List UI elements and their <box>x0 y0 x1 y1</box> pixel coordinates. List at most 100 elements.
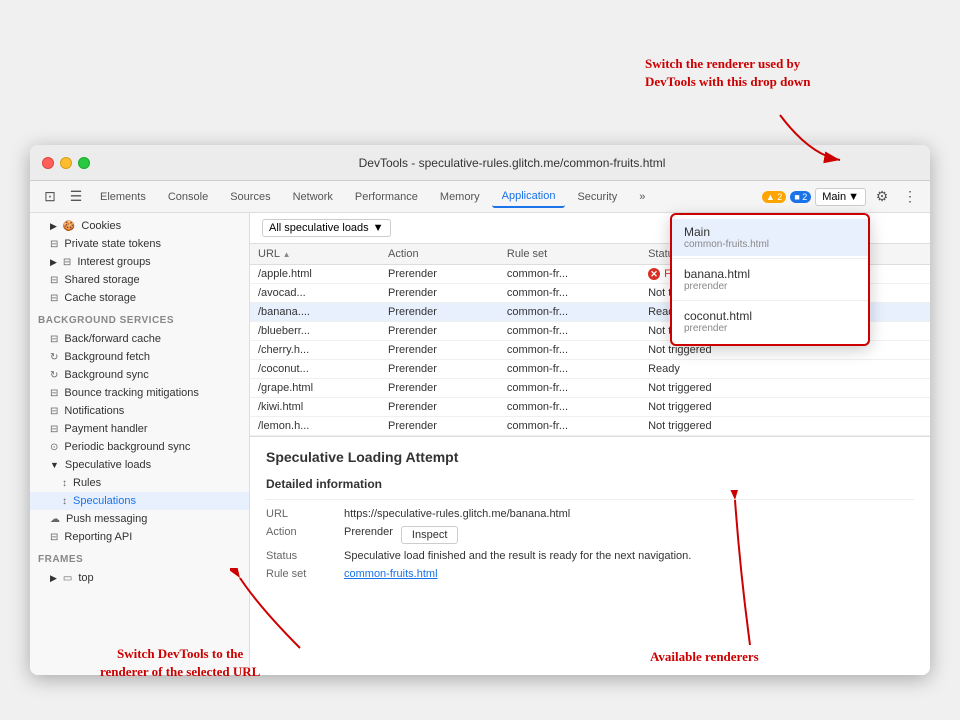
cell-url: /blueberr... <box>250 322 380 341</box>
cell-url: /lemon.h... <box>250 417 380 436</box>
tab-elements[interactable]: Elements <box>90 187 156 207</box>
cell-action: Prerender <box>380 284 499 303</box>
detail-section-title: Detailed information <box>266 477 914 491</box>
info-badge[interactable]: ■ 2 <box>790 191 811 203</box>
sidebar-item-notifications[interactable]: ⊟ Notifications <box>30 402 249 420</box>
renderer-main-sub: common-fruits.html <box>684 239 856 250</box>
sidebar-item-payment-handler[interactable]: ⊟ Payment handler <box>30 420 249 438</box>
renderer-option-banana[interactable]: banana.html prerender <box>672 261 868 298</box>
sidebar-item-interest-groups[interactable]: ▶ ⊟ Interest groups <box>30 253 249 271</box>
tab-security[interactable]: Security <box>567 187 627 207</box>
table-row[interactable]: /grape.htmlPrerendercommon-fr...Not trig… <box>250 379 930 398</box>
frames-header: Frames <box>30 550 249 569</box>
sidebar-label-push: Push messaging <box>66 513 147 525</box>
tab-more[interactable]: » <box>629 187 655 207</box>
col-url[interactable]: URL ▲ <box>250 244 380 265</box>
detail-value-status: Speculative load finished and the result… <box>344 550 691 562</box>
annotation-top-right: Switch the renderer used byDevTools with… <box>645 55 810 91</box>
more-options-icon[interactable]: ⋮ <box>898 185 922 209</box>
mobile-icon[interactable]: ☰ <box>64 185 88 209</box>
renderer-dropdown[interactable]: Main ▼ <box>815 188 866 206</box>
table-row[interactable]: /kiwi.htmlPrerendercommon-fr...Not trigg… <box>250 398 930 417</box>
sidebar-item-shared-storage[interactable]: ⊟ Shared storage <box>30 271 249 289</box>
settings-icon[interactable]: ⚙ <box>870 185 894 209</box>
sidebar-item-backforward[interactable]: ⊟ Back/forward cache <box>30 330 249 348</box>
renderer-option-main[interactable]: Main common-fruits.html <box>672 219 868 256</box>
devtools-toolbar: ⊡ ☰ Elements Console Sources Network Per… <box>30 181 930 213</box>
table-row[interactable]: /lemon.h...Prerendercommon-fr...Not trig… <box>250 417 930 436</box>
sidebar-item-rules[interactable]: ↕ Rules <box>30 474 249 492</box>
browser-window: DevTools - speculative-rules.glitch.me/c… <box>30 145 930 675</box>
sidebar-item-cache-storage[interactable]: ⊟ Cache storage <box>30 289 249 307</box>
cell-status: Not triggered <box>640 379 930 398</box>
sidebar-item-push-messaging[interactable]: ☁ Push messaging <box>30 510 249 528</box>
sidebar-label-periodic-sync: Periodic background sync <box>64 441 190 453</box>
sidebar-item-private-state-tokens[interactable]: ⊟ Private state tokens <box>30 235 249 253</box>
renderer-option-coconut[interactable]: coconut.html prerender <box>672 303 868 340</box>
backforward-icon: ⊟ <box>50 334 58 345</box>
sidebar-item-speculations[interactable]: ↕ Speculations <box>30 492 249 510</box>
sidebar-item-top[interactable]: ▶ ▭ top <box>30 569 249 587</box>
detail-value-ruleset[interactable]: common-fruits.html <box>344 568 438 580</box>
cache-storage-icon: ⊟ <box>50 293 58 304</box>
detail-value-url: https://speculative-rules.glitch.me/bana… <box>344 508 570 520</box>
cell-ruleset: common-fr... <box>499 284 640 303</box>
cell-ruleset: common-fr... <box>499 303 640 322</box>
col-action[interactable]: Action <box>380 244 499 265</box>
tab-application[interactable]: Application <box>492 186 566 208</box>
sidebar-label-background-sync: Background sync <box>64 369 148 381</box>
sidebar-label-cache-storage: Cache storage <box>64 292 136 304</box>
sidebar-label-cookies: Cookies <box>81 220 121 232</box>
cell-ruleset: common-fr... <box>499 265 640 284</box>
sidebar-label-notifications: Notifications <box>64 405 124 417</box>
sidebar-label-private-state: Private state tokens <box>64 238 161 250</box>
detail-row-ruleset: Rule set common-fruits.html <box>266 568 914 580</box>
sidebar-item-background-fetch[interactable]: ↻ Background fetch <box>30 348 249 366</box>
sidebar-item-background-sync[interactable]: ↻ Background sync <box>30 366 249 384</box>
filter-label: All speculative loads <box>269 222 369 234</box>
detail-title: Speculative Loading Attempt <box>266 449 914 465</box>
tab-performance[interactable]: Performance <box>345 187 428 207</box>
minimize-button[interactable] <box>60 157 72 169</box>
arrow-bottom-right <box>720 490 780 650</box>
background-sync-icon: ↻ <box>50 370 58 381</box>
detail-divider <box>266 499 914 500</box>
tab-console[interactable]: Console <box>158 187 218 207</box>
renderer-banana-sub: prerender <box>684 281 856 292</box>
speculations-icon: ↕ <box>62 496 67 507</box>
cell-url: /coconut... <box>250 360 380 379</box>
tab-network[interactable]: Network <box>283 187 343 207</box>
sidebar-label-top: top <box>78 572 93 584</box>
cell-url: /banana.... <box>250 303 380 322</box>
cell-action: Prerender <box>380 398 499 417</box>
cell-url: /kiwi.html <box>250 398 380 417</box>
maximize-button[interactable] <box>78 157 90 169</box>
sidebar-item-bounce-tracking[interactable]: ⊟ Bounce tracking mitigations <box>30 384 249 402</box>
cell-ruleset: common-fr... <box>499 360 640 379</box>
sidebar-label-background-fetch: Background fetch <box>64 351 150 363</box>
cell-ruleset: common-fr... <box>499 417 640 436</box>
inspect-button[interactable]: Inspect <box>401 526 458 544</box>
sidebar-label-payment: Payment handler <box>64 423 147 435</box>
renderer-main-title: Main <box>684 225 856 239</box>
sidebar-item-reporting-api[interactable]: ⊟ Reporting API <box>30 528 249 546</box>
sidebar-item-periodic-sync[interactable]: ⊙ Periodic background sync <box>30 438 249 456</box>
cell-ruleset: common-fr... <box>499 379 640 398</box>
tab-sources[interactable]: Sources <box>220 187 280 207</box>
cursor-icon[interactable]: ⊡ <box>38 185 62 209</box>
filter-dropdown[interactable]: All speculative loads ▼ <box>262 219 391 237</box>
shared-storage-icon: ⊟ <box>50 275 58 286</box>
cookies-icon: 🍪 <box>63 221 75 232</box>
sidebar-item-speculative-loads[interactable]: ▼ Speculative loads <box>30 456 249 474</box>
detail-row-status: Status Speculative load finished and the… <box>266 550 914 562</box>
table-row[interactable]: /coconut...Prerendercommon-fr...Ready <box>250 360 930 379</box>
detail-row-url: URL https://speculative-rules.glitch.me/… <box>266 508 914 520</box>
sidebar-label-rules: Rules <box>73 477 101 489</box>
col-ruleset[interactable]: Rule set <box>499 244 640 265</box>
tab-memory[interactable]: Memory <box>430 187 490 207</box>
cell-status: Ready <box>640 360 930 379</box>
warning-badge[interactable]: ▲ 2 <box>762 191 786 203</box>
detail-label-status: Status <box>266 550 336 562</box>
sidebar-item-cookies[interactable]: ▶ 🍪 Cookies <box>30 217 249 235</box>
close-button[interactable] <box>42 157 54 169</box>
